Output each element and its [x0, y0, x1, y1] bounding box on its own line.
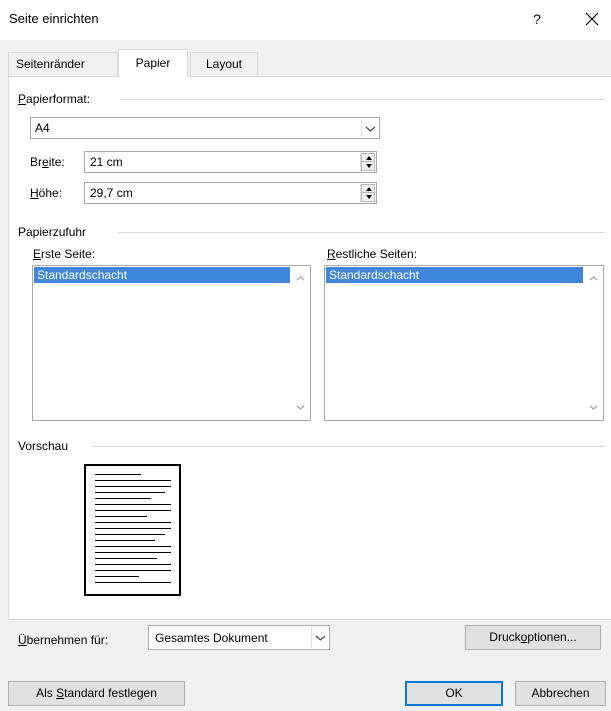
other-pages-listbox[interactable]: Standardschacht — [324, 265, 604, 421]
preview-line — [95, 504, 171, 505]
width-field[interactable]: 21 cm — [84, 151, 377, 173]
close-button[interactable] — [580, 7, 604, 31]
tab-label: Papier — [135, 56, 171, 70]
paper-format-group-label: Papierformat: — [18, 92, 97, 106]
other-pages-label: Restliche Seiten: — [327, 247, 418, 261]
height-label: Höhe: — [30, 186, 63, 200]
list-item[interactable]: Standardschacht — [326, 267, 583, 283]
dropdown-button[interactable] — [361, 119, 378, 137]
scroll-up-icon — [296, 276, 305, 281]
preview-line — [95, 534, 165, 535]
spin-down-button[interactable] — [361, 192, 375, 202]
preview-line — [95, 486, 171, 487]
tab-seitenraender[interactable]: Seitenränder — [8, 52, 118, 76]
paper-format-select[interactable]: A4 — [30, 117, 380, 139]
chevron-down-icon — [365, 126, 376, 132]
paper-format-value: A4 — [35, 121, 50, 135]
height-value: 29,7 cm — [90, 186, 133, 200]
apply-to-value: Gesamtes Dokument — [155, 631, 268, 645]
list-item[interactable]: Standardschacht — [34, 267, 290, 283]
preview-line — [95, 540, 155, 541]
height-spinner[interactable] — [360, 184, 375, 202]
close-icon — [585, 12, 599, 26]
paper-source-group-label: Papierzufuhr — [18, 225, 93, 239]
preview-line — [95, 558, 157, 559]
preview-line — [95, 576, 139, 577]
scrollbar[interactable] — [585, 267, 602, 419]
preview-line — [95, 510, 171, 511]
preview-group-label: Vorschau — [18, 439, 75, 453]
tab-label: Seitenränder — [16, 57, 85, 71]
preview-line — [95, 552, 171, 553]
scroll-down-icon — [589, 405, 598, 410]
width-label: Breite: — [30, 155, 65, 169]
arrow-down-icon — [366, 195, 372, 199]
scroll-up-icon — [589, 276, 598, 281]
arrow-down-icon — [366, 164, 372, 168]
group-divider — [92, 446, 605, 447]
width-spinner[interactable] — [360, 153, 375, 171]
tab-layout[interactable]: Layout — [190, 52, 258, 76]
apply-to-select[interactable]: Gesamtes Dokument — [148, 625, 330, 650]
preview-line — [95, 516, 147, 517]
page-preview — [84, 464, 181, 596]
dialog-title: Seite einrichten — [9, 11, 99, 26]
chevron-down-icon — [315, 635, 326, 641]
width-value: 21 cm — [90, 155, 123, 169]
preview-line — [95, 564, 171, 565]
ok-button[interactable]: OK — [405, 681, 503, 706]
apply-to-label: Übernehmen für: — [18, 633, 109, 647]
cancel-button[interactable]: Abbrechen — [515, 681, 606, 706]
preview-line — [95, 480, 171, 481]
group-divider — [118, 232, 605, 233]
print-options-button[interactable]: Druckoptionen... — [465, 625, 601, 650]
tab-papier[interactable]: Papier — [118, 49, 188, 77]
first-page-label: Erste Seite: — [33, 247, 96, 261]
first-page-listbox[interactable]: Standardschacht — [32, 265, 311, 421]
title-bar: Seite einrichten ? — [0, 0, 611, 40]
preview-line — [95, 582, 171, 583]
group-divider — [120, 99, 605, 100]
preview-line — [95, 522, 171, 523]
help-button[interactable]: ? — [527, 9, 547, 29]
scrollbar[interactable] — [292, 267, 309, 419]
preview-line — [95, 570, 171, 571]
tab-label: Layout — [205, 57, 243, 71]
preview-line — [95, 474, 141, 475]
height-field[interactable]: 29,7 cm — [84, 182, 377, 204]
set-default-button[interactable]: Als Standard festlegen — [8, 681, 185, 706]
preview-line — [95, 498, 151, 499]
preview-line — [95, 546, 171, 547]
spin-down-button[interactable] — [361, 161, 375, 171]
preview-line — [95, 492, 165, 493]
scroll-down-icon — [296, 405, 305, 410]
dropdown-button[interactable] — [311, 627, 328, 648]
preview-line — [95, 528, 171, 529]
